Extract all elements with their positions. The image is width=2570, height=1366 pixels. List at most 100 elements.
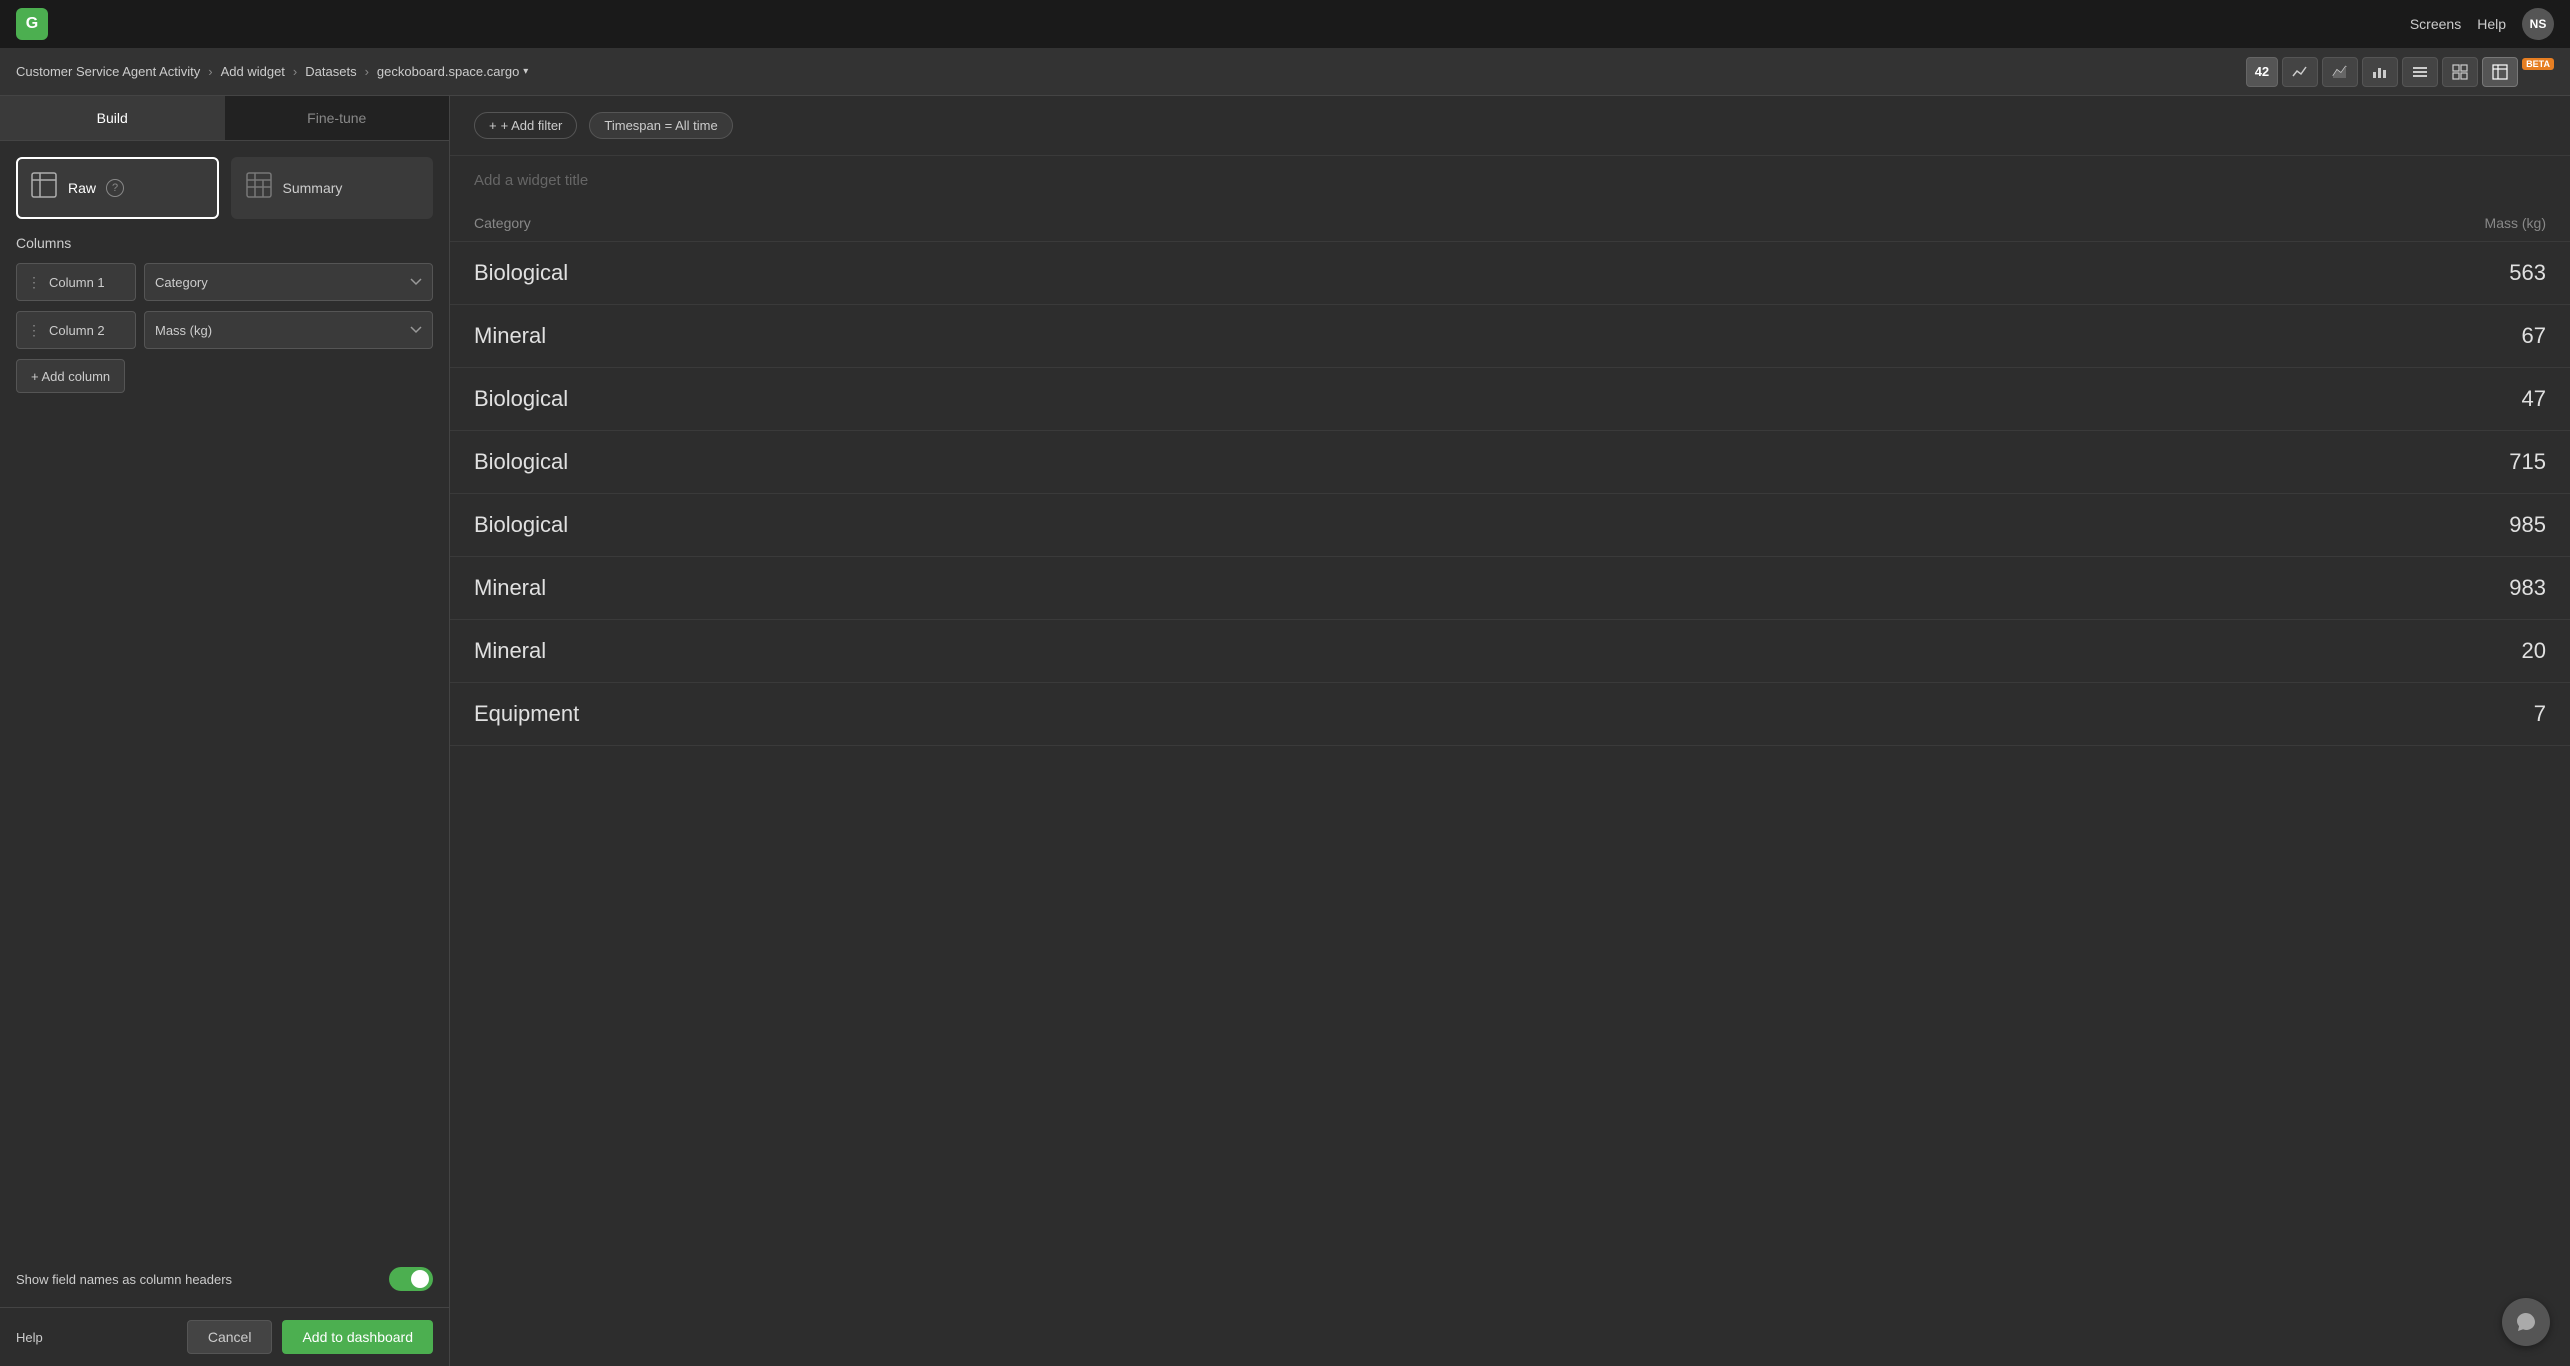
widget-title-placeholder[interactable]: Add a widget title	[450, 156, 2570, 205]
view-type-summary[interactable]: Summary	[231, 157, 434, 219]
breadcrumb-datasets[interactable]: Datasets	[305, 64, 356, 79]
chat-icon	[2515, 1311, 2537, 1333]
cancel-button[interactable]: Cancel	[187, 1320, 273, 1354]
count-badge: 42	[2246, 57, 2278, 87]
add-column-button[interactable]: + Add column	[16, 359, 125, 393]
grid-icon	[2452, 64, 2468, 80]
widget-preview: Add a widget title Category Mass (kg) Bi…	[450, 156, 2570, 1366]
table-row: Biological 47	[450, 368, 2570, 431]
user-avatar[interactable]: NS	[2522, 8, 2554, 40]
top-nav: G Screens Help NS	[0, 0, 2570, 48]
column-1-select[interactable]: Category Mass (kg) Type ID	[144, 263, 433, 301]
view-type-selector: Raw ? Summary	[0, 141, 449, 235]
column-2-select[interactable]: Mass (kg) Category Type ID	[144, 311, 433, 349]
cell-mass-3: 715	[1687, 431, 2570, 494]
bar-chart-icon	[2372, 64, 2388, 80]
raw-info-icon[interactable]: ?	[106, 179, 124, 197]
add-to-dashboard-button[interactable]: Add to dashboard	[282, 1320, 433, 1354]
column-row-1: ⋮ Column 1 Category Mass (kg) Type ID	[16, 263, 433, 301]
bar-chart-btn[interactable]	[2362, 57, 2398, 87]
cell-mass-4: 985	[1687, 494, 2570, 557]
table-header-row: Category Mass (kg)	[450, 205, 2570, 242]
screens-link[interactable]: Screens	[2410, 16, 2461, 32]
help-link[interactable]: Help	[16, 1330, 43, 1345]
toggle-row: Show field names as column headers	[0, 1251, 449, 1307]
dataset-dropdown[interactable]: geckoboard.space.cargo ▾	[377, 64, 528, 79]
column-1-label: ⋮ Column 1	[16, 263, 136, 301]
view-type-raw[interactable]: Raw ?	[16, 157, 219, 219]
grid-btn[interactable]	[2442, 57, 2478, 87]
breadcrumb-bar: Customer Service Agent Activity › Add wi…	[0, 48, 2570, 96]
nav-left: G	[16, 8, 48, 40]
cell-category-4: Biological	[450, 494, 1687, 557]
field-names-toggle[interactable]	[389, 1267, 433, 1291]
view-type-raw-label: Raw	[68, 180, 96, 196]
cell-category-5: Mineral	[450, 557, 1687, 620]
breadcrumb-toolbar: 42 BETA	[2246, 57, 2554, 87]
area-chart-icon	[2332, 64, 2348, 80]
table-btn[interactable]	[2482, 57, 2518, 87]
drag-handle-2[interactable]: ⋮	[27, 322, 41, 339]
breadcrumb: Customer Service Agent Activity › Add wi…	[16, 64, 528, 79]
column-2-label: ⋮ Column 2	[16, 311, 136, 349]
cell-mass-0: 563	[1687, 242, 2570, 305]
toggle-label: Show field names as column headers	[16, 1272, 232, 1287]
table-body: Biological 563 Mineral 67 Biological 47 …	[450, 242, 2570, 746]
area-chart-btn[interactable]	[2322, 57, 2358, 87]
col-header-mass: Mass (kg)	[1687, 205, 2570, 242]
cell-category-7: Equipment	[450, 683, 1687, 746]
add-filter-label: + Add filter	[501, 118, 563, 133]
panel-footer: Help Cancel Add to dashboard	[0, 1307, 449, 1366]
cell-category-1: Mineral	[450, 305, 1687, 368]
table-row: Biological 563	[450, 242, 2570, 305]
nav-right: Screens Help NS	[2410, 8, 2554, 40]
cell-category-2: Biological	[450, 368, 1687, 431]
help-nav-link[interactable]: Help	[2477, 16, 2506, 32]
timespan-badge: Timespan = All time	[589, 112, 732, 139]
col-header-category: Category	[450, 205, 1687, 242]
raw-icon	[30, 171, 58, 205]
breadcrumb-add-widget[interactable]: Add widget	[221, 64, 285, 79]
list-icon	[2412, 64, 2428, 80]
toggle-slider	[389, 1267, 433, 1291]
table-row: Mineral 67	[450, 305, 2570, 368]
breadcrumb-sep-3: ›	[365, 64, 369, 79]
breadcrumb-sep-1: ›	[208, 64, 212, 79]
breadcrumb-dashboard[interactable]: Customer Service Agent Activity	[16, 64, 200, 79]
table-row: Mineral 20	[450, 620, 2570, 683]
columns-section: Columns ⋮ Column 1 Category Mass (kg) Ty…	[0, 235, 449, 1251]
main-layout: Build Fine-tune Raw ? Summary Columns	[0, 96, 2570, 1366]
line-chart-icon	[2292, 64, 2308, 80]
cell-mass-1: 67	[1687, 305, 2570, 368]
line-chart-btn[interactable]	[2282, 57, 2318, 87]
cell-category-3: Biological	[450, 431, 1687, 494]
view-type-summary-label: Summary	[283, 180, 343, 196]
chat-widget[interactable]	[2502, 1298, 2550, 1346]
table-row: Biological 715	[450, 431, 2570, 494]
cell-mass-5: 983	[1687, 557, 2570, 620]
preview-table: Category Mass (kg) Biological 563 Minera…	[450, 205, 2570, 746]
chevron-down-icon: ▾	[523, 66, 528, 77]
table-icon	[2492, 64, 2508, 80]
footer-buttons: Cancel Add to dashboard	[187, 1320, 433, 1354]
drag-handle-1[interactable]: ⋮	[27, 274, 41, 291]
column-2-text: Column 2	[49, 323, 105, 338]
column-1-text: Column 1	[49, 275, 105, 290]
panel-tabs: Build Fine-tune	[0, 96, 449, 141]
cell-mass-6: 20	[1687, 620, 2570, 683]
dataset-name: geckoboard.space.cargo	[377, 64, 519, 79]
cell-category-0: Biological	[450, 242, 1687, 305]
list-btn[interactable]	[2402, 57, 2438, 87]
logo-button[interactable]: G	[16, 8, 48, 40]
right-panel: + + Add filter Timespan = All time Add a…	[450, 96, 2570, 1366]
table-row: Mineral 983	[450, 557, 2570, 620]
cell-category-6: Mineral	[450, 620, 1687, 683]
beta-badge: BETA	[2522, 58, 2554, 70]
breadcrumb-sep-2: ›	[293, 64, 297, 79]
add-filter-button[interactable]: + + Add filter	[474, 112, 577, 139]
table-row: Biological 985	[450, 494, 2570, 557]
tab-build[interactable]: Build	[0, 96, 225, 140]
tab-fine-tune[interactable]: Fine-tune	[225, 96, 450, 140]
cell-mass-2: 47	[1687, 368, 2570, 431]
left-panel: Build Fine-tune Raw ? Summary Columns	[0, 96, 450, 1366]
